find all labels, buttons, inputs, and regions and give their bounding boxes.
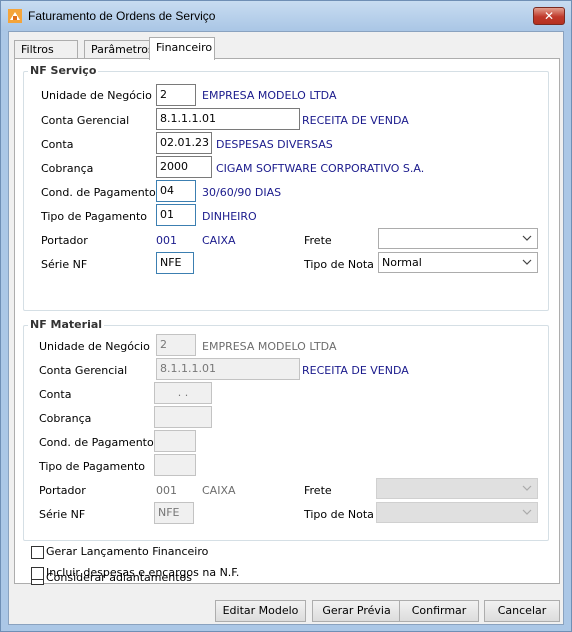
servico-frete-select[interactable]	[378, 228, 538, 249]
servico-unidade-input[interactable]: 2	[156, 84, 196, 106]
material-frete-label: Frete	[304, 484, 332, 497]
dialog-body: Filtros Parâmetros Financeiro NF Serviço…	[8, 31, 564, 625]
servico-tipo-nota-select[interactable]: Normal	[378, 252, 538, 273]
servico-cond-pagamento-desc: 30/60/90 DIAS	[202, 186, 282, 199]
incluir-despesas-label: Incluir despesas e encargos na N.F.	[46, 566, 240, 579]
servico-cobranca-input[interactable]: 2000	[156, 156, 212, 178]
main-window: Faturamento de Ordens de Serviço ✕ Filtr…	[0, 0, 572, 632]
gerar-lancamento-label: Gerar Lançamento Financeiro	[46, 545, 209, 558]
nf-servico-title: NF Serviço	[28, 64, 99, 77]
material-frete-select[interactable]	[376, 478, 538, 499]
material-conta-gerencial-label: Conta Gerencial	[39, 364, 128, 377]
servico-cond-pagamento-label: Cond. de Pagamento	[41, 186, 156, 199]
servico-tipo-nota-value: Normal	[382, 256, 422, 269]
servico-tipo-nota-label: Tipo de Nota	[304, 258, 374, 271]
material-unidade-label: Unidade de Negócio	[39, 340, 150, 353]
material-cobranca-input[interactable]	[154, 406, 212, 428]
servico-tipo-pagamento-label: Tipo de Pagamento	[41, 210, 147, 223]
material-cobranca-label: Cobrança	[39, 412, 92, 425]
tab-filtros[interactable]: Filtros	[14, 40, 78, 59]
confirmar-button[interactable]: Confirmar	[399, 600, 479, 622]
chevron-down-icon	[522, 509, 532, 515]
servico-tipo-pagamento-desc: DINHEIRO	[202, 210, 257, 223]
material-portador-code: 001	[156, 484, 177, 497]
chevron-down-icon	[522, 485, 532, 491]
app-icon	[8, 9, 22, 23]
servico-serie-label: Série NF	[41, 258, 88, 271]
tab-parametros[interactable]: Parâmetros	[84, 40, 154, 59]
checkbox-box[interactable]	[31, 546, 44, 559]
financeiro-panel: NF Serviço Unidade de Negócio 2 EMPRESA …	[14, 58, 560, 585]
material-tipo-nota-label: Tipo de Nota	[304, 508, 374, 521]
servico-unidade-desc: EMPRESA MODELO LTDA	[202, 89, 337, 102]
servico-cobranca-desc: CIGAM SOFTWARE CORPORATIVO S.A.	[216, 162, 425, 175]
close-button[interactable]: ✕	[533, 7, 565, 25]
material-conta-input[interactable]: . .	[154, 382, 212, 404]
title-bar[interactable]: Faturamento de Ordens de Serviço ✕	[1, 1, 571, 31]
material-conta-gerencial-desc: RECEITA DE VENDA	[302, 364, 409, 377]
checkbox-box[interactable]	[31, 567, 44, 580]
material-serie-input[interactable]: NFE	[154, 502, 194, 524]
servico-tipo-pagamento-input[interactable]: 01	[156, 204, 196, 226]
servico-serie-input[interactable]: NFE	[156, 252, 194, 274]
nf-material-title: NF Material	[28, 318, 105, 331]
material-serie-label: Série NF	[39, 508, 86, 521]
servico-portador-desc: CAIXA	[202, 234, 236, 247]
material-tipo-pagamento-input[interactable]	[154, 454, 196, 476]
gerar-previa-button[interactable]: Gerar Prévia	[312, 600, 401, 622]
material-cond-pagamento-label: Cond. de Pagamento	[39, 436, 154, 449]
servico-cond-pagamento-input[interactable]: 04	[156, 180, 196, 202]
cancelar-button[interactable]: Cancelar	[484, 600, 560, 622]
material-unidade-desc: EMPRESA MODELO LTDA	[202, 340, 337, 353]
servico-unidade-label: Unidade de Negócio	[41, 89, 152, 102]
tab-financeiro[interactable]: Financeiro	[149, 37, 215, 60]
servico-conta-label: Conta	[41, 138, 74, 151]
servico-conta-gerencial-input[interactable]: 8.1.1.1.01	[156, 108, 300, 130]
chevron-down-icon	[522, 259, 532, 265]
servico-portador-code: 001	[156, 234, 177, 247]
nf-servico-group: NF Serviço Unidade de Negócio 2 EMPRESA …	[23, 64, 549, 311]
chevron-down-icon	[522, 235, 532, 241]
servico-conta-gerencial-desc: RECEITA DE VENDA	[302, 114, 409, 127]
material-conta-label: Conta	[39, 388, 72, 401]
window-title: Faturamento de Ordens de Serviço	[28, 9, 216, 23]
material-conta-gerencial-input[interactable]: 8.1.1.1.01	[156, 358, 300, 380]
material-unidade-input[interactable]: 2	[156, 334, 196, 356]
servico-cobranca-label: Cobrança	[41, 162, 94, 175]
material-tipo-nota-select[interactable]	[376, 502, 538, 523]
editar-modelo-button[interactable]: Editar Modelo	[215, 600, 306, 622]
material-tipo-pagamento-label: Tipo de Pagamento	[39, 460, 145, 473]
servico-frete-label: Frete	[304, 234, 332, 247]
material-portador-desc: CAIXA	[202, 484, 236, 497]
material-portador-label: Portador	[39, 484, 86, 497]
nf-material-group: NF Material Unidade de Negócio 2 EMPRESA…	[23, 318, 549, 541]
servico-conta-desc: DESPESAS DIVERSAS	[216, 138, 333, 151]
material-cond-pagamento-input[interactable]	[154, 430, 196, 452]
servico-portador-label: Portador	[41, 234, 88, 247]
servico-conta-gerencial-label: Conta Gerencial	[41, 114, 130, 127]
servico-conta-input[interactable]: 02.01.23	[156, 132, 212, 154]
